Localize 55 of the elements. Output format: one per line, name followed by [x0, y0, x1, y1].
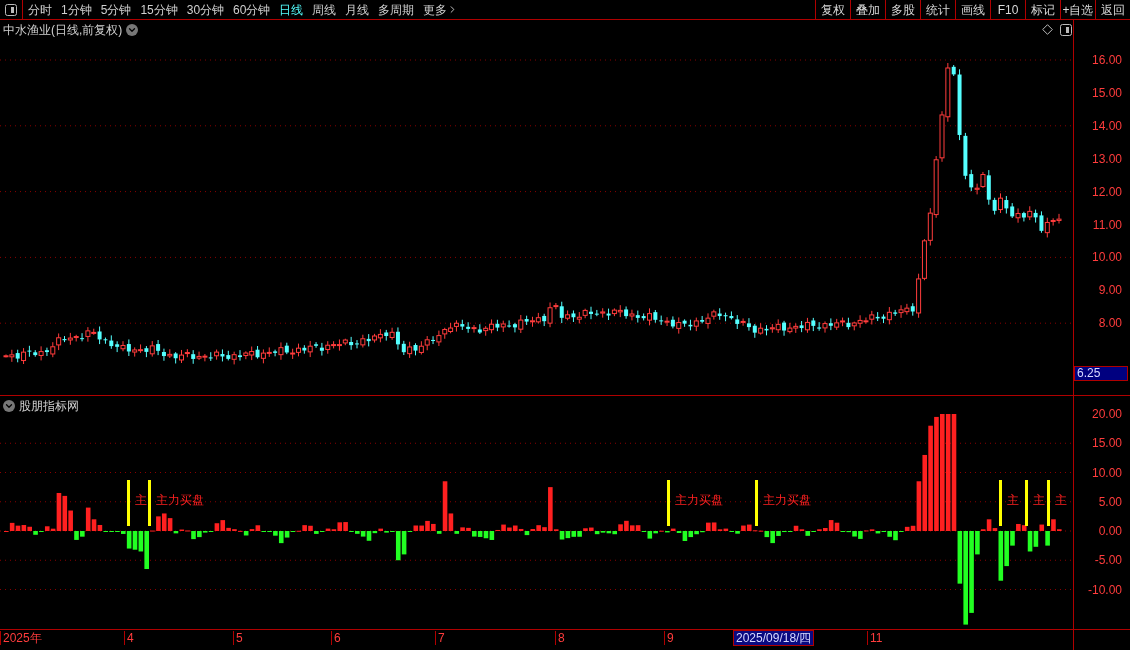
toolbar-button[interactable]: 多股 — [885, 0, 920, 19]
toolbar-button[interactable]: 标记 — [1025, 0, 1060, 19]
date-label: 9 — [664, 631, 674, 645]
price-axis-label: 9.00 — [1098, 284, 1122, 297]
price-axis-label: 10.00 — [1091, 251, 1122, 264]
price-axis-label: 15.00 — [1091, 86, 1122, 99]
current-price-tag: 6.25 — [1074, 366, 1128, 381]
price-axis-label: 11.00 — [1092, 218, 1122, 231]
indicator-axis-label: 15.00 — [1091, 437, 1122, 450]
indicator-axis-label: 10.00 — [1091, 466, 1122, 479]
date-label: 6 — [331, 631, 341, 645]
period-tab[interactable]: 30分钟 — [186, 0, 225, 19]
indicator-axis-label: 20.00 — [1091, 408, 1122, 420]
price-axis-label: 14.00 — [1091, 119, 1122, 132]
price-axis-label: 8.00 — [1098, 317, 1122, 330]
period-tab[interactable]: 60分钟 — [233, 0, 271, 19]
period-tab[interactable]: 日线 — [279, 0, 304, 19]
date-label: 8 — [555, 631, 565, 645]
indicator-axis-label: -5.00 — [1094, 554, 1122, 567]
date-label: 11 — [867, 631, 883, 645]
signal-label: 主力买盘 — [675, 494, 723, 506]
signal-label: 主 — [1033, 494, 1045, 506]
period-tab[interactable]: 多周期 — [378, 0, 415, 19]
period-tab[interactable]: 15分钟 — [140, 0, 178, 19]
date-label: 7 — [435, 631, 445, 645]
toolbar-button[interactable]: 画线 — [955, 0, 990, 19]
toolbar-button[interactable]: F10 — [990, 0, 1025, 19]
price-axis-label: 13.00 — [1091, 152, 1122, 165]
toolbar-button[interactable]: 统计 — [920, 0, 955, 19]
date-label: 4 — [124, 631, 134, 645]
period-tab[interactable]: 5分钟 — [100, 0, 132, 19]
period-tab[interactable]: 1分钟 — [61, 0, 92, 19]
signal-label: 主 — [135, 494, 147, 506]
signal-label: 主力买盘 — [156, 494, 204, 506]
cursor-date: 2025/09/18/四 — [733, 630, 815, 646]
signal-label: 主力买盘 — [763, 494, 811, 506]
signal-label: 主 — [1055, 494, 1067, 506]
toolbar-button[interactable]: +自选 — [1060, 0, 1095, 19]
toolbar-button[interactable]: 叠加 — [850, 0, 885, 19]
date-label: 5 — [233, 631, 243, 645]
period-tab[interactable]: 周线 — [312, 0, 337, 19]
price-axis-label: 16.00 — [1091, 54, 1122, 66]
period-tab[interactable]: 分时 — [28, 0, 52, 19]
toolbar-button[interactable]: 复权 — [815, 0, 850, 19]
indicator-axis-label: -10.00 — [1087, 583, 1122, 596]
date-label: 2025年 — [0, 631, 42, 645]
chart-title: 中水渔业(日线,前复权) — [3, 22, 123, 39]
toolbar-button[interactable]: 返回 — [1095, 0, 1130, 19]
indicator-axis-label: 5.00 — [1098, 495, 1122, 508]
more-menu[interactable]: 更多 — [423, 0, 459, 19]
indicator-axis-label: 0.00 — [1098, 525, 1122, 537]
price-axis-label: 12.00 — [1091, 185, 1122, 198]
period-tab[interactable]: 月线 — [345, 0, 370, 19]
signal-label: 主 — [1007, 494, 1019, 506]
indicator-title: 股朋指标网 — [19, 398, 79, 415]
